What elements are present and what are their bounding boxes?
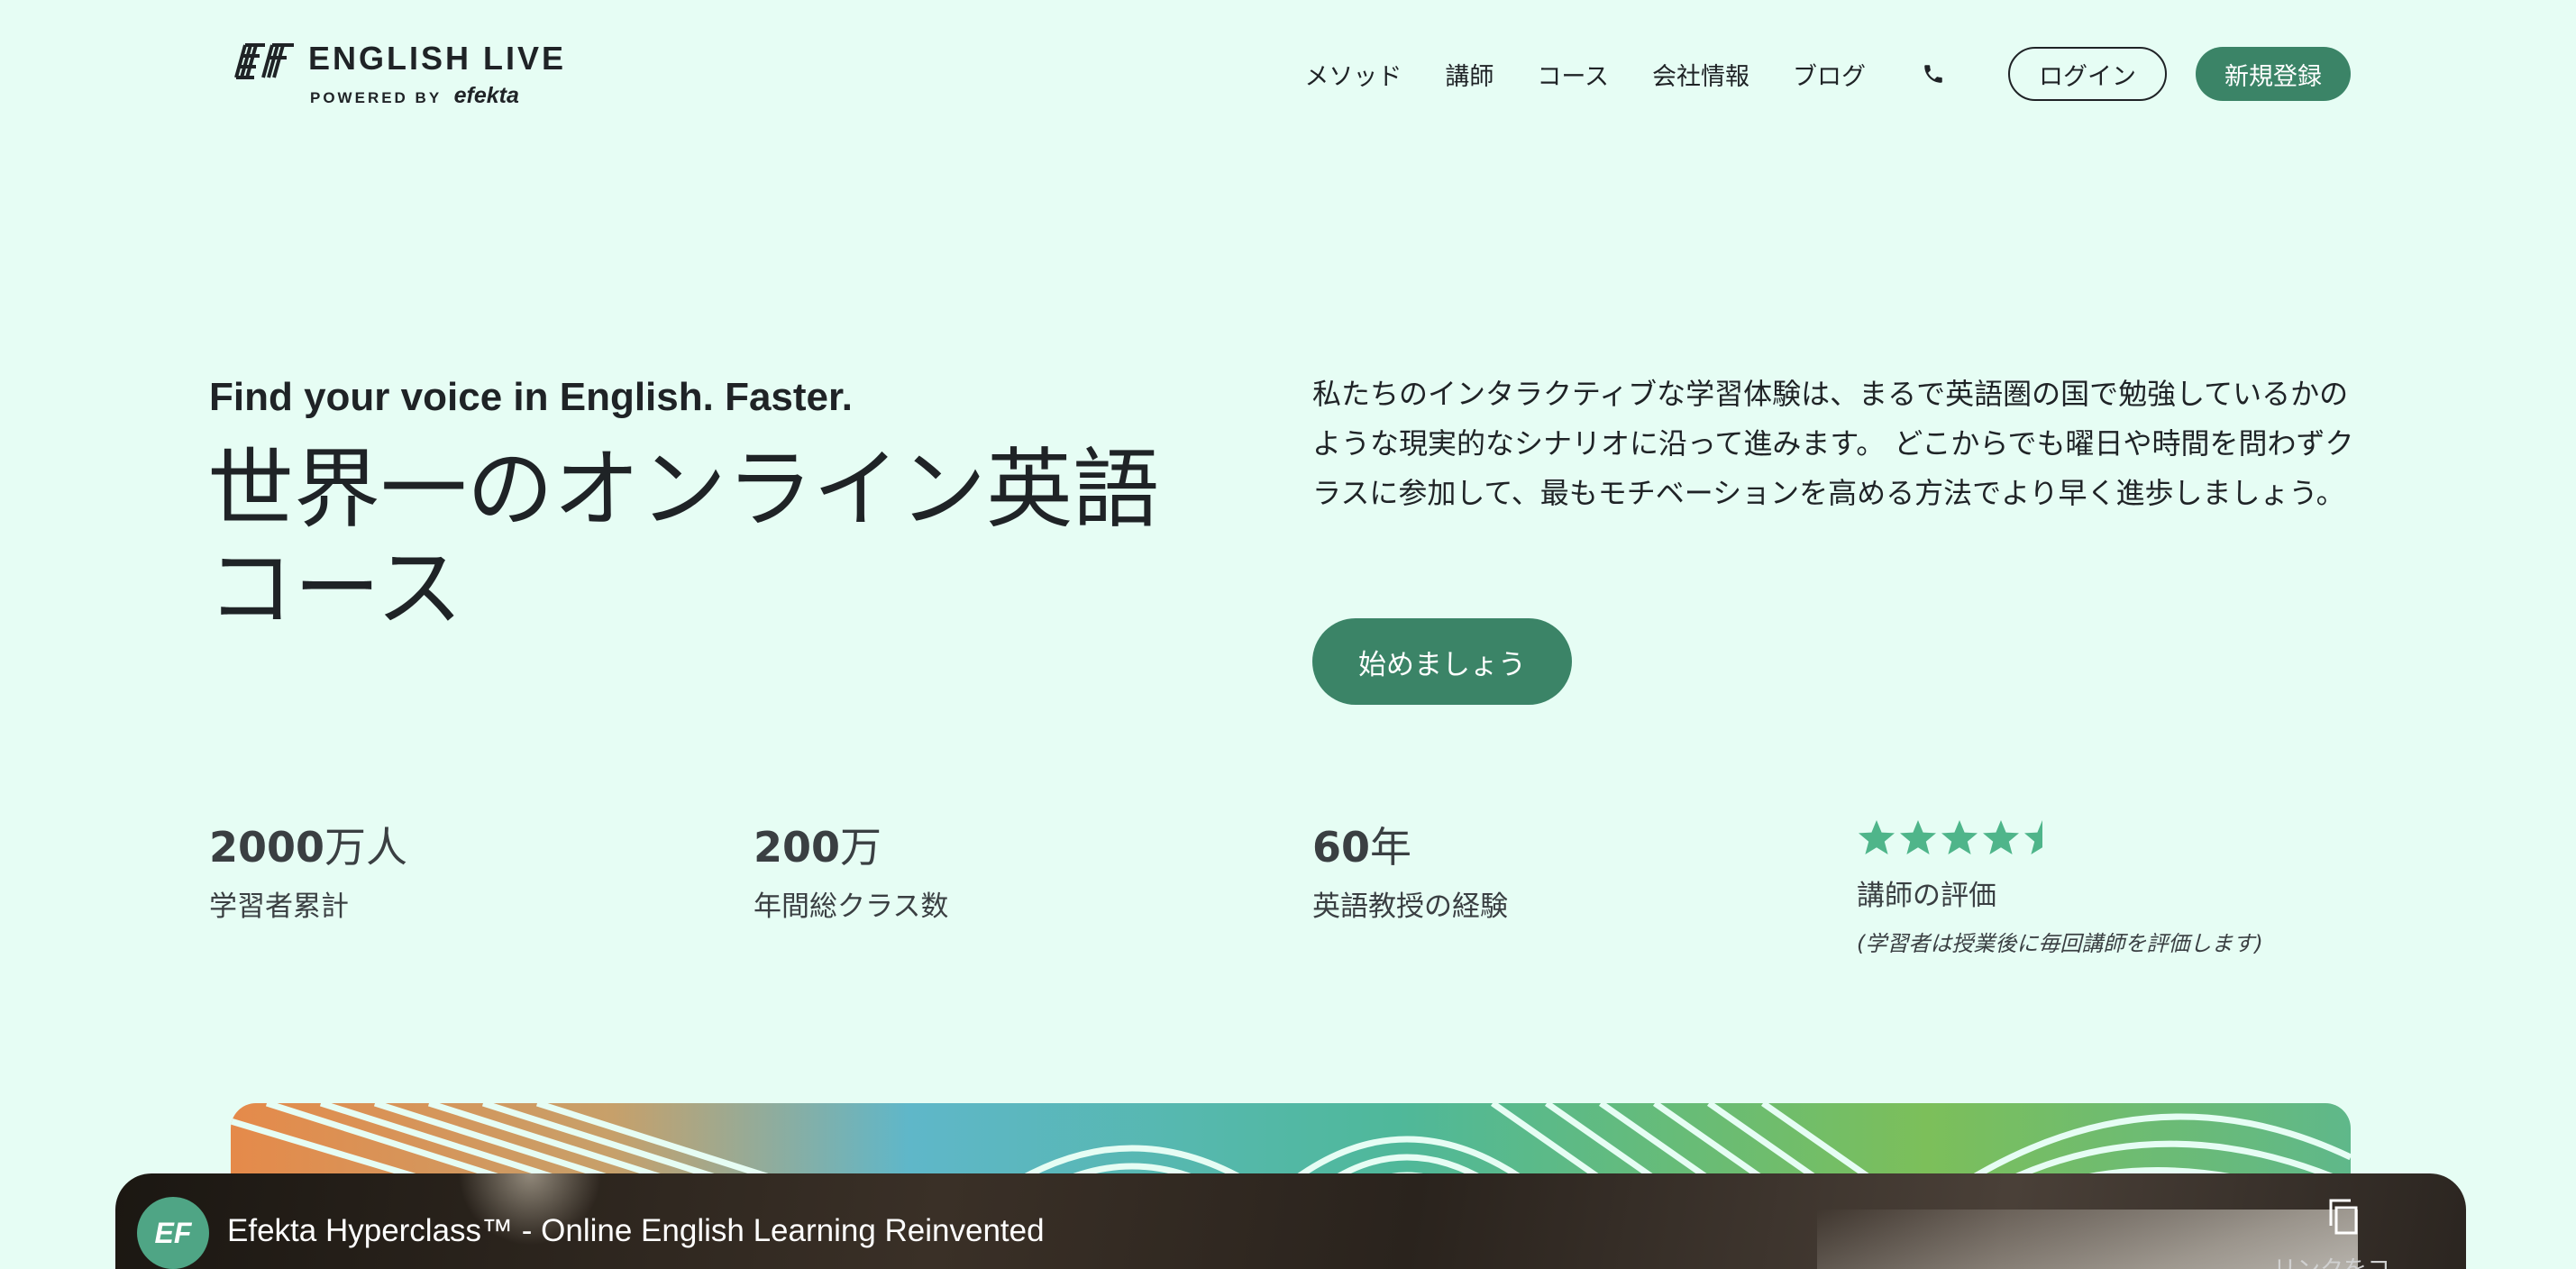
ef-logo-icon bbox=[234, 43, 294, 79]
nav-link-company[interactable]: 会社情報 bbox=[1652, 57, 1749, 92]
logo-title: ENGLISH LIVE bbox=[308, 40, 567, 77]
main-nav: メソッド 講師 コース 会社情報 ブログ ログイン 新規登録 bbox=[1304, 47, 2351, 101]
star-full-icon bbox=[1983, 820, 2019, 854]
stat-unit: 万人 bbox=[324, 823, 408, 872]
powered-by-text: POWERED BY bbox=[310, 89, 442, 106]
nav-link-courses[interactable]: コース bbox=[1537, 57, 1609, 92]
stat-number: 2000 bbox=[209, 823, 325, 872]
star-full-icon bbox=[1941, 820, 1978, 854]
copy-link-label[interactable]: リンクをコ bbox=[2273, 1251, 2390, 1269]
nav-link-method[interactable]: メソッド bbox=[1304, 57, 1402, 92]
stat-label: 年間総クラス数 bbox=[754, 890, 949, 923]
stat-number: 60 bbox=[1312, 823, 1371, 872]
hero-headline: 世界一のオンライン英語 コース bbox=[207, 440, 1217, 638]
nav-link-teachers[interactable]: 講師 bbox=[1445, 57, 1494, 92]
rating-label: 講師の評価 bbox=[1857, 880, 1996, 912]
copy-icon[interactable] bbox=[2325, 1197, 2361, 1238]
stat-learners: 2000万人 学習者累計 bbox=[209, 815, 407, 924]
star-rating bbox=[1857, 818, 2263, 858]
english-live-logo[interactable]: ENGLISH LIVE POWERED BY efekta bbox=[233, 40, 593, 112]
login-button[interactable]: ログイン bbox=[2008, 47, 2167, 101]
rating-note: (学習者は授業後に毎回講師を評価します) bbox=[1857, 931, 2263, 956]
stat-value: 2000万人 bbox=[209, 815, 407, 874]
efekta-brand: efekta bbox=[453, 83, 519, 108]
stat-experience: 60年 英語教授の経験 bbox=[1312, 815, 1508, 924]
headline-line-2: コース bbox=[207, 538, 463, 639]
stat-label: 学習者累計 bbox=[209, 890, 349, 923]
star-half-icon bbox=[2024, 820, 2042, 854]
logo-powered-by: POWERED BY efekta bbox=[310, 83, 519, 109]
stat-value: 60年 bbox=[1312, 815, 1508, 874]
nav-link-blog[interactable]: ブログ bbox=[1793, 57, 1866, 92]
stat-number: 200 bbox=[754, 823, 841, 872]
stat-classes: 200万 年間総クラス数 bbox=[754, 815, 948, 924]
stat-teacher-rating: 講師の評価 (学習者は授業後に毎回講師を評価します) bbox=[1857, 818, 2263, 957]
star-full-icon bbox=[1859, 820, 1895, 854]
channel-avatar[interactable]: EF bbox=[137, 1197, 209, 1269]
get-started-button[interactable]: 始めましょう bbox=[1312, 618, 1572, 705]
star-full-icon bbox=[1900, 820, 1936, 854]
hero-description: 私たちのインタラクティブな学習体験は、まるで英語圏の国で勉強しているかのような現… bbox=[1312, 377, 2354, 510]
stat-value: 200万 bbox=[754, 815, 948, 874]
headline-line-1: 世界一のオンライン英語 bbox=[207, 439, 1159, 540]
video-player[interactable]: EF Efekta Hyperclass™ - Online English L… bbox=[115, 1173, 2466, 1269]
stat-label: 英語教授の経験 bbox=[1312, 890, 1508, 923]
video-title[interactable]: Efekta Hyperclass™ - Online English Lear… bbox=[227, 1213, 1045, 1249]
signup-button[interactable]: 新規登録 bbox=[2196, 47, 2351, 101]
phone-icon[interactable] bbox=[1922, 62, 1945, 86]
hero-tagline: Find your voice in English. Faster. bbox=[209, 375, 853, 419]
stat-unit: 年 bbox=[1370, 823, 1412, 872]
stat-unit: 万 bbox=[840, 823, 882, 872]
